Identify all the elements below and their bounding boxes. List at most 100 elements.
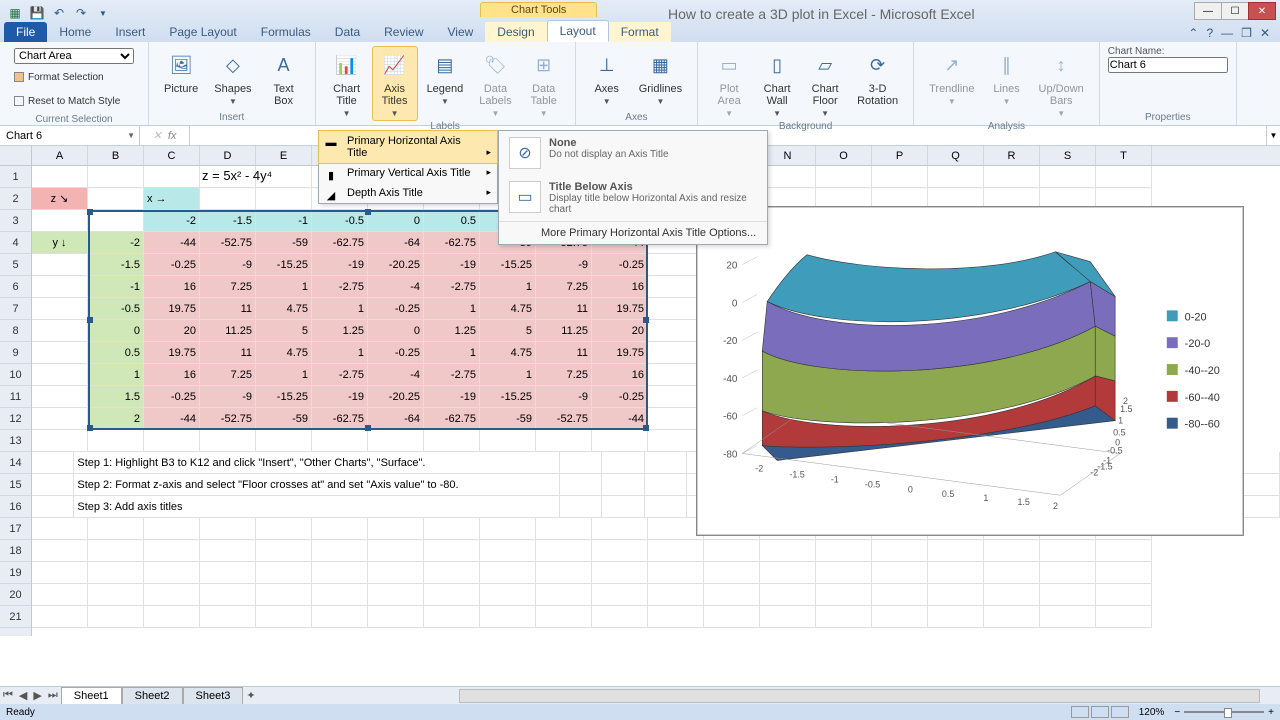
cell[interactable] — [648, 540, 704, 562]
chart-area[interactable]: 200 -20-40 -60-80 — [696, 206, 1244, 536]
cell[interactable]: 0.5 — [88, 342, 144, 364]
text-box-button[interactable]: AText Box — [261, 46, 307, 110]
cell[interactable] — [536, 518, 592, 540]
cell[interactable] — [928, 606, 984, 628]
cell[interactable] — [424, 562, 480, 584]
cell[interactable] — [760, 584, 816, 606]
cell[interactable]: -20.25 — [368, 254, 424, 276]
zoom-in-icon[interactable]: + — [1268, 707, 1274, 718]
maximize-button[interactable]: ☐ — [1221, 2, 1249, 20]
rotation-button[interactable]: ⟳3-D Rotation — [850, 46, 905, 110]
workbook-restore-icon[interactable]: ❐ — [1241, 26, 1252, 40]
cell[interactable]: Step 2: Format z-axis and select "Floor … — [74, 474, 517, 496]
cell[interactable]: -0.5 — [312, 210, 368, 232]
cell[interactable] — [368, 562, 424, 584]
cell[interactable] — [88, 430, 144, 452]
tab-page-layout[interactable]: Page Layout — [157, 22, 248, 42]
sheet-tab-2[interactable]: Sheet2 — [122, 687, 183, 704]
cell[interactable]: Step 1: Highlight B3 to K12 and click "I… — [74, 452, 517, 474]
cell[interactable] — [256, 518, 312, 540]
cell[interactable] — [536, 540, 592, 562]
row-header[interactable]: 18 — [0, 540, 31, 562]
cell[interactable]: -9 — [200, 254, 256, 276]
cell[interactable] — [560, 452, 602, 474]
cell[interactable]: 7.25 — [200, 364, 256, 386]
cell[interactable] — [200, 188, 256, 210]
cell[interactable]: -15.25 — [256, 254, 312, 276]
cancel-icon[interactable]: ✕ — [153, 129, 162, 142]
row-header[interactable]: 12 — [0, 408, 31, 430]
reset-style-button[interactable]: Reset to Match Style — [14, 90, 134, 112]
row-header[interactable]: 11 — [0, 386, 31, 408]
cell[interactable] — [32, 342, 88, 364]
cell[interactable] — [32, 254, 88, 276]
tab-home[interactable]: Home — [47, 22, 103, 42]
tab-formulas[interactable]: Formulas — [249, 22, 323, 42]
cell[interactable]: -59 — [256, 232, 312, 254]
cell[interactable]: -4 — [368, 364, 424, 386]
ribbon-minimize-icon[interactable]: ⌃ — [1188, 26, 1198, 40]
sheet-nav-first-icon[interactable]: ⏮ — [0, 689, 16, 702]
cell[interactable] — [602, 452, 644, 474]
col-header[interactable]: C — [144, 146, 200, 165]
cell[interactable] — [518, 452, 560, 474]
picture-button[interactable]: 🖼Picture — [157, 46, 205, 98]
row-header[interactable]: 4 — [0, 232, 31, 254]
cell[interactable]: -1 — [256, 210, 312, 232]
sheet-tab-3[interactable]: Sheet3 — [183, 687, 244, 704]
cell[interactable] — [592, 562, 648, 584]
cell[interactable] — [872, 540, 928, 562]
cell[interactable] — [32, 166, 88, 188]
tab-insert[interactable]: Insert — [103, 22, 157, 42]
cell[interactable] — [592, 540, 648, 562]
format-selection-button[interactable]: Format Selection — [14, 66, 134, 88]
cell[interactable]: -9 — [536, 386, 592, 408]
view-break-icon[interactable] — [1111, 706, 1129, 718]
cell[interactable] — [88, 518, 144, 540]
cell[interactable] — [984, 584, 1040, 606]
cell[interactable] — [256, 562, 312, 584]
cell[interactable]: 1 — [424, 298, 480, 320]
cell[interactable]: 1 — [480, 276, 536, 298]
cell[interactable] — [32, 496, 74, 518]
cell[interactable]: 4.75 — [256, 342, 312, 364]
row-header[interactable]: 2 — [0, 188, 31, 210]
cell[interactable] — [200, 562, 256, 584]
cell[interactable] — [816, 584, 872, 606]
cell[interactable] — [1238, 474, 1280, 496]
row-header[interactable]: 8 — [0, 320, 31, 342]
cell[interactable]: -62.75 — [424, 408, 480, 430]
cell[interactable] — [872, 562, 928, 584]
cell[interactable]: 11 — [200, 298, 256, 320]
cell[interactable] — [1040, 584, 1096, 606]
cell[interactable] — [368, 518, 424, 540]
cell[interactable]: 1 — [88, 364, 144, 386]
cell[interactable]: 5 — [480, 320, 536, 342]
cell[interactable] — [88, 188, 144, 210]
row-header[interactable]: 19 — [0, 562, 31, 584]
cell[interactable]: 11 — [536, 342, 592, 364]
cell[interactable]: 11 — [536, 298, 592, 320]
sheet-tab-1[interactable]: Sheet1 — [61, 687, 122, 704]
cell[interactable]: -59 — [256, 408, 312, 430]
cell[interactable]: -0.25 — [144, 254, 200, 276]
cell[interactable] — [592, 430, 648, 452]
cell[interactable]: 7.25 — [200, 276, 256, 298]
row-header[interactable]: 10 — [0, 364, 31, 386]
menu-depth-axis-title[interactable]: ◢Depth Axis Title▸ — [319, 183, 497, 203]
cell[interactable]: -9 — [536, 254, 592, 276]
cell[interactable] — [704, 584, 760, 606]
cell[interactable] — [872, 584, 928, 606]
cell[interactable] — [816, 166, 872, 188]
cell[interactable]: -0.25 — [144, 386, 200, 408]
legend-button[interactable]: ▤Legend▼ — [420, 46, 471, 109]
cell[interactable]: 0 — [368, 210, 424, 232]
cell[interactable] — [518, 496, 560, 518]
cell[interactable] — [480, 540, 536, 562]
cell[interactable] — [144, 430, 200, 452]
cell[interactable]: -44 — [592, 408, 648, 430]
cell[interactable] — [480, 430, 536, 452]
cell[interactable]: 1 — [424, 342, 480, 364]
cell[interactable] — [648, 606, 704, 628]
zoom-level[interactable]: 120% — [1139, 707, 1165, 718]
